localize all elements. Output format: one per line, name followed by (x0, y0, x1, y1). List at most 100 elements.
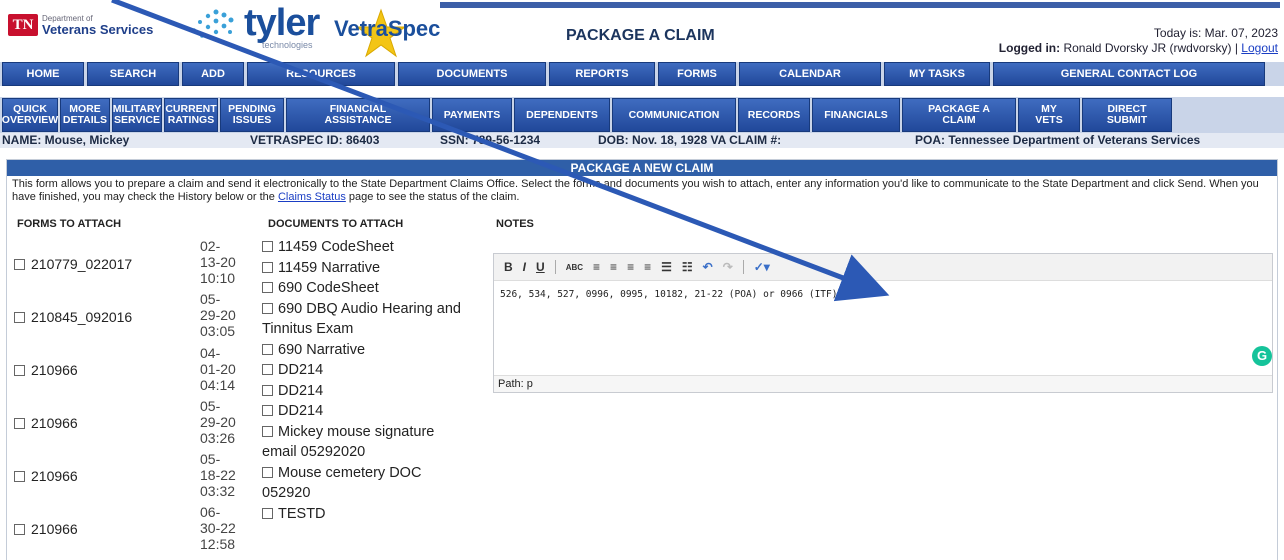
form-name: 210966 (31, 415, 78, 431)
nav-direct-submit[interactable]: DIRECT SUBMIT (1082, 98, 1172, 132)
nav-package-a-claim[interactable]: PACKAGE A CLAIM (902, 98, 1016, 132)
description-text-1: This form allows you to prepare a claim … (12, 178, 1259, 203)
vetraspec-id: VETRASPEC ID: 86403 (250, 133, 380, 147)
form-date: 05- 29-20 03:05 (200, 291, 236, 339)
document-item[interactable]: Mouse cemetery DOC 052920 (262, 463, 462, 504)
nav-calendar[interactable]: CALENDAR (739, 62, 881, 86)
document-name: 690 Narrative (278, 341, 366, 358)
documents-header: DOCUMENTS TO ATTACH (268, 218, 404, 230)
patient-ssn: SSN: 789-56-1234 (440, 133, 541, 147)
document-checkbox[interactable] (262, 405, 273, 416)
italic-button[interactable]: I (523, 260, 526, 274)
bullet-list-icon[interactable]: ☰ (661, 260, 672, 274)
nav-dependents[interactable]: DEPENDENTS (514, 98, 610, 132)
nav-financial-assistance[interactable]: FINANCIAL ASSISTANCE (286, 98, 430, 132)
document-item[interactable]: TESTD (262, 504, 462, 525)
notes-editor[interactable]: B I U ABC ≡ ≡ ≡ ≡ ☰ ☷ ↶ ↷ ✓▾ 526, 534, 5… (493, 253, 1273, 393)
nav-pending-issues[interactable]: PENDING ISSUES (220, 98, 284, 132)
document-checkbox[interactable] (262, 261, 273, 273)
document-checkbox[interactable] (262, 507, 273, 519)
nav-general-contact-log[interactable]: GENERAL CONTACT LOG (993, 62, 1265, 86)
nav-home[interactable]: HOME (2, 62, 84, 86)
logout-link[interactable]: Logout (1241, 41, 1278, 55)
document-item[interactable]: 690 CodeSheet (262, 278, 462, 299)
form-checkbox[interactable] (14, 417, 25, 429)
nav-add[interactable]: ADD (182, 62, 244, 86)
form-date: 04- 01-20 04:14 (200, 345, 236, 393)
logged-in-info: Logged in: Ronald Dvorsky JR (rwdvorsky)… (999, 41, 1278, 55)
nav-my-vets[interactable]: MY VETS (1018, 98, 1080, 132)
form-name: 210966 (31, 362, 78, 378)
document-item[interactable]: 690 Narrative (262, 340, 462, 361)
document-checkbox[interactable] (262, 241, 273, 252)
form-checkbox[interactable] (14, 311, 25, 323)
form-checkbox[interactable] (14, 364, 25, 376)
document-checkbox[interactable] (262, 425, 273, 437)
nav-quick-overview[interactable]: QUICK OVERVIEW (2, 98, 58, 132)
form-item[interactable]: 210966 (14, 415, 78, 431)
form-date: 05- 18-22 03:32 (200, 451, 236, 499)
grammarly-icon[interactable]: G (1252, 346, 1272, 366)
undo-icon[interactable]: ↶ (703, 260, 713, 274)
patient-dob: DOB: Nov. 18, 1928 VA CLAIM #: (598, 133, 782, 147)
document-item[interactable]: 690 DBQ Audio Hearing and Tinnitus Exam (262, 299, 462, 340)
underline-button[interactable]: U (536, 260, 545, 274)
nav-payments[interactable]: PAYMENTS (432, 98, 512, 132)
align-center-icon[interactable]: ≡ (610, 260, 617, 274)
strikethrough-button[interactable]: ABC (566, 263, 583, 272)
document-item[interactable]: DD214 (262, 401, 462, 422)
align-right-icon[interactable]: ≡ (627, 260, 634, 274)
document-item[interactable]: 11459 CodeSheet (262, 237, 462, 258)
claims-status-link[interactable]: Claims Status (278, 191, 346, 203)
document-item[interactable]: Mickey mouse signature email 05292020 (262, 422, 462, 463)
document-name: 11459 CodeSheet (278, 239, 394, 255)
nav-my-tasks[interactable]: MY TASKS (884, 62, 990, 86)
document-name: Mouse cemetery DOC 052920 (262, 464, 422, 502)
nav-search[interactable]: SEARCH (87, 62, 179, 86)
nav-current-ratings[interactable]: CURRENT RATINGS (164, 98, 218, 132)
document-name: DD214 (278, 362, 324, 378)
brand-subtitle: technologies (262, 40, 313, 50)
form-item[interactable]: 210779_022017 (14, 256, 132, 272)
patient-info-bar: NAME: Mouse, Mickey VETRASPEC ID: 86403 … (0, 133, 1284, 148)
nav-reports[interactable]: REPORTS (549, 62, 655, 86)
document-checkbox[interactable] (262, 282, 273, 293)
nav-spacer (0, 86, 1284, 97)
form-item[interactable]: 210966 (14, 362, 78, 378)
editor-content[interactable]: 526, 534, 527, 0996, 0995, 10182, 21-22 … (494, 281, 1272, 308)
document-checkbox[interactable] (262, 343, 273, 355)
form-item[interactable]: 210966 (14, 468, 78, 484)
editor-path: Path: p (494, 375, 1272, 392)
document-item[interactable]: DD214 (262, 381, 462, 402)
align-justify-icon[interactable]: ≡ (644, 260, 651, 274)
nav-records[interactable]: RECORDS (738, 98, 810, 132)
document-checkbox[interactable] (262, 302, 273, 314)
brand-logo: tyler (244, 2, 320, 44)
nav-documents[interactable]: DOCUMENTS (398, 62, 546, 86)
form-checkbox[interactable] (14, 470, 25, 482)
toolbar-divider (554, 260, 556, 274)
document-name: TESTD (278, 505, 326, 522)
nav-more-details[interactable]: MORE DETAILS (60, 98, 110, 132)
form-checkbox[interactable] (14, 258, 25, 270)
nav-forms[interactable]: FORMS (658, 62, 736, 86)
document-checkbox[interactable] (262, 466, 273, 478)
nav-resources[interactable]: RESOURCES (247, 62, 395, 86)
document-item[interactable]: 11459 Narrative (262, 258, 462, 279)
document-name: DD214 (278, 382, 324, 399)
nav-military-service[interactable]: MILITARY SERVICE (112, 98, 162, 132)
document-checkbox[interactable] (262, 384, 273, 396)
document-item[interactable]: DD214 (262, 360, 462, 381)
form-item[interactable]: 210845_092016 (14, 309, 132, 325)
product-name: VetraSpec (334, 16, 441, 41)
nav-communication[interactable]: COMMUNICATION (612, 98, 736, 132)
form-checkbox[interactable] (14, 523, 25, 535)
nav-financials[interactable]: FINANCIALS (812, 98, 900, 132)
bold-button[interactable]: B (504, 260, 513, 274)
numbered-list-icon[interactable]: ☷ (682, 260, 693, 274)
redo-icon[interactable]: ↷ (723, 260, 733, 274)
form-item[interactable]: 210966 (14, 521, 78, 537)
spellcheck-icon[interactable]: ✓▾ (754, 260, 770, 274)
document-checkbox[interactable] (262, 364, 273, 375)
align-left-icon[interactable]: ≡ (593, 260, 600, 274)
